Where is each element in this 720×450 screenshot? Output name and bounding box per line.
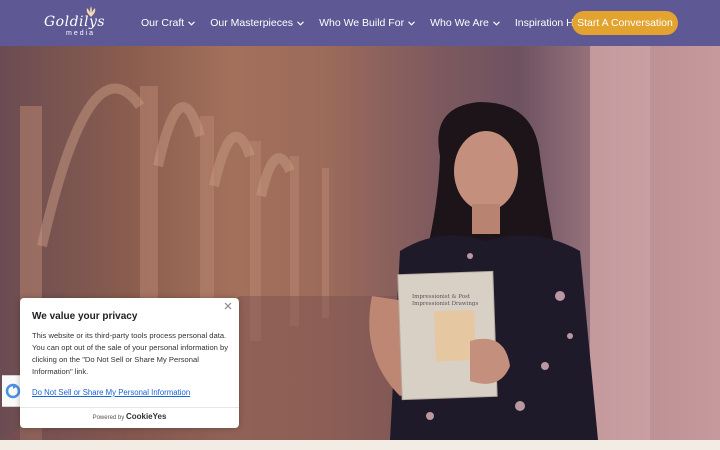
menu-label: Our Craft bbox=[141, 17, 185, 29]
cookie-title: We value your privacy bbox=[32, 311, 138, 322]
cookie-consent-banner: We value your privacy This website or it… bbox=[20, 298, 239, 428]
menu-our-craft[interactable]: Our Craft bbox=[141, 17, 196, 29]
recaptcha-icon bbox=[5, 383, 21, 399]
close-icon[interactable] bbox=[223, 302, 233, 312]
main-menu: Our Craft Our Masterpieces Who We Build … bbox=[141, 0, 611, 46]
menu-our-masterpieces[interactable]: Our Masterpieces bbox=[210, 17, 304, 29]
menu-who-we-build-for[interactable]: Who We Build For bbox=[319, 17, 415, 29]
powered-by-label: Powered by bbox=[92, 415, 125, 421]
top-navigation: Goldilys media Our Craft Our Masterpiece… bbox=[0, 0, 720, 46]
chevron-down-icon bbox=[492, 20, 500, 26]
menu-label: Our Masterpieces bbox=[210, 17, 294, 29]
logo-subtitle: media bbox=[66, 30, 96, 37]
menu-label: Who We Build For bbox=[319, 17, 405, 29]
cookie-description: This website or its third-party tools pr… bbox=[32, 331, 229, 376]
divider bbox=[20, 407, 239, 408]
chevron-down-icon bbox=[297, 20, 304, 26]
chevron-down-icon bbox=[188, 20, 196, 26]
page-bottom-strip bbox=[0, 440, 720, 450]
logo-name: Goldilys bbox=[44, 14, 106, 30]
menu-label: Who We Are bbox=[430, 17, 489, 29]
chevron-down-icon bbox=[408, 20, 415, 26]
start-conversation-button[interactable]: Start A Conversation bbox=[572, 11, 678, 35]
cookieyes-logo[interactable]: CookieYes bbox=[126, 412, 166, 421]
menu-who-we-are[interactable]: Who We Are bbox=[430, 17, 500, 29]
book-title: Impressionist & Post Impressionist Drawi… bbox=[412, 294, 479, 307]
logo[interactable]: Goldilys media bbox=[44, 6, 114, 40]
powered-by: Powered by CookieYes bbox=[20, 412, 239, 421]
do-not-sell-link[interactable]: Do Not Sell or Share My Personal Informa… bbox=[32, 388, 190, 397]
